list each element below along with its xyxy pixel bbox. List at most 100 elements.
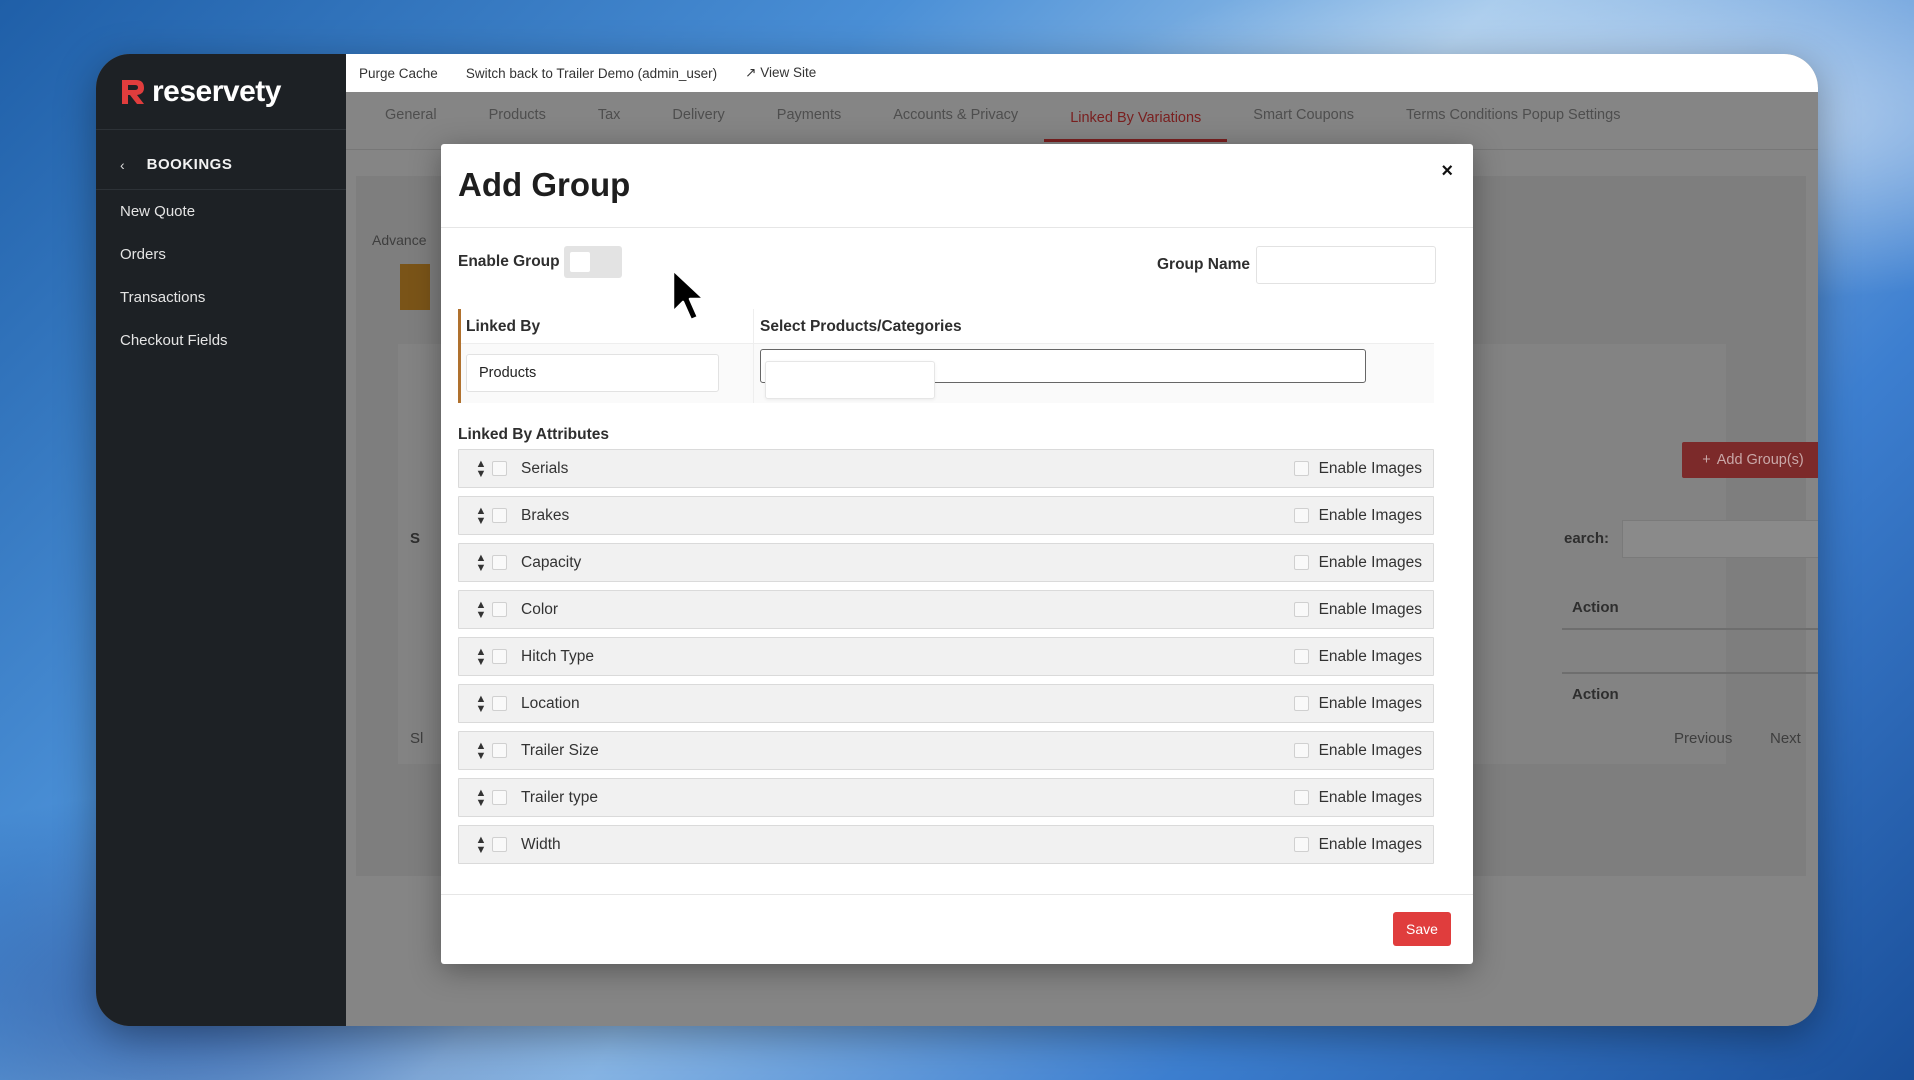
view-site-link[interactable]: ↗ View Site bbox=[745, 65, 816, 81]
mouse-pointer-icon bbox=[671, 268, 706, 322]
drag-handle-icon[interactable]: ▲ ▼ bbox=[474, 458, 488, 479]
settings-tabs: General Products Tax Delivery Payments A… bbox=[346, 92, 1818, 150]
attribute-name: Serials bbox=[521, 459, 569, 477]
group-name-row: Group Name bbox=[1157, 246, 1436, 284]
sidebar-item-transactions[interactable]: Transactions bbox=[96, 276, 346, 319]
attribute-name: Trailer Size bbox=[521, 741, 599, 759]
linked-by-select[interactable]: Products bbox=[466, 354, 719, 392]
enable-images-option: Enable Images bbox=[1293, 694, 1422, 713]
attribute-checkbox[interactable] bbox=[492, 461, 507, 476]
attribute-row-trailer-type[interactable]: ▲ ▼ Trailer type Enable Images bbox=[458, 778, 1434, 817]
drag-handle-icon[interactable]: ▲ ▼ bbox=[474, 505, 488, 526]
select-products-header: Select Products/Categories bbox=[760, 318, 962, 335]
attribute-row-trailer-size[interactable]: ▲ ▼ Trailer Size Enable Images bbox=[458, 731, 1434, 770]
enable-images-checkbox[interactable] bbox=[1293, 743, 1309, 758]
attribute-row-serials[interactable]: ▲ ▼ Serials Enable Images bbox=[458, 449, 1434, 488]
enable-images-checkbox[interactable] bbox=[1293, 602, 1309, 617]
save-button[interactable]: Save bbox=[1393, 912, 1451, 946]
enable-images-checkbox[interactable] bbox=[1293, 508, 1309, 523]
products-search-field[interactable] bbox=[765, 361, 935, 399]
enable-images-option: Enable Images bbox=[1293, 648, 1422, 666]
tab-tax[interactable]: Tax bbox=[572, 92, 647, 150]
attribute-name: Trailer type bbox=[521, 788, 598, 806]
tab-products[interactable]: Products bbox=[463, 92, 572, 150]
attributes-list: ▲ ▼ Serials Enable Images ▲ ▼ Brakes Enabl… bbox=[458, 449, 1434, 872]
tab-payments[interactable]: Payments bbox=[751, 92, 867, 150]
attribute-row-color[interactable]: ▲ ▼ Color Enable Images bbox=[458, 590, 1434, 629]
attribute-row-width[interactable]: ▲ ▼ Width Enable Images bbox=[458, 825, 1434, 864]
attribute-row-brakes[interactable]: ▲ ▼ Brakes Enable Images bbox=[458, 496, 1434, 535]
drag-handle-icon[interactable]: ▲ ▼ bbox=[474, 693, 488, 714]
sidebar-section-label: BOOKINGS bbox=[146, 156, 233, 173]
purge-cache-link[interactable]: Purge Cache bbox=[359, 66, 438, 81]
sidebar-section-bookings[interactable]: ‹ BOOKINGS bbox=[96, 140, 346, 190]
add-group-button[interactable]: + Add Group(s) bbox=[1682, 442, 1818, 478]
chevron-left-icon: ‹ bbox=[120, 156, 125, 173]
enable-images-label: Enable Images bbox=[1318, 835, 1422, 853]
enable-images-label: Enable Images bbox=[1318, 694, 1422, 712]
attribute-checkbox[interactable] bbox=[492, 790, 507, 805]
enable-images-label: Enable Images bbox=[1318, 741, 1422, 759]
attribute-checkbox[interactable] bbox=[492, 602, 507, 617]
attribute-row-capacity[interactable]: ▲ ▼ Capacity Enable Images bbox=[458, 543, 1434, 582]
brand-logo[interactable]: reservety bbox=[96, 54, 346, 130]
group-name-input[interactable] bbox=[1256, 246, 1436, 284]
toggle-knob bbox=[569, 252, 590, 272]
linked-by-attributes-label: Linked By Attributes bbox=[458, 426, 609, 443]
enable-images-checkbox[interactable] bbox=[1293, 461, 1309, 476]
sidebar-item-orders[interactable]: Orders bbox=[96, 233, 346, 276]
enable-images-option: Enable Images bbox=[1293, 459, 1422, 478]
enable-images-label: Enable Images bbox=[1318, 506, 1422, 524]
sidebar-item-checkout-fields[interactable]: Checkout Fields bbox=[96, 319, 346, 362]
tab-linked-by-variations[interactable]: Linked By Variations bbox=[1044, 96, 1228, 142]
attribute-checkbox[interactable] bbox=[492, 743, 507, 758]
attribute-checkbox[interactable] bbox=[492, 649, 507, 664]
tab-general[interactable]: General bbox=[359, 92, 463, 150]
modal-header: Add Group × bbox=[441, 144, 1473, 228]
close-icon[interactable]: × bbox=[1441, 160, 1453, 183]
enable-group-label: Enable Group bbox=[458, 253, 560, 270]
attribute-name: Hitch Type bbox=[521, 647, 594, 665]
subtab-advance[interactable]: Advance bbox=[372, 232, 426, 248]
modal-footer: Save bbox=[441, 894, 1473, 964]
enable-images-checkbox[interactable] bbox=[1293, 790, 1309, 805]
linked-by-table-row: Products bbox=[461, 344, 1434, 403]
attribute-checkbox[interactable] bbox=[492, 696, 507, 711]
enable-images-checkbox[interactable] bbox=[1293, 649, 1309, 664]
switch-back-link[interactable]: Switch back to Trailer Demo (admin_user) bbox=[466, 66, 717, 81]
pagination-previous[interactable]: Previous bbox=[1674, 730, 1732, 747]
attribute-row-location[interactable]: ▲ ▼ Location Enable Images bbox=[458, 684, 1434, 723]
enable-images-option: Enable Images bbox=[1293, 789, 1422, 807]
action-column-header[interactable]: Action bbox=[1572, 599, 1619, 616]
drag-handle-icon[interactable]: ▲ ▼ bbox=[474, 599, 488, 620]
tab-delivery[interactable]: Delivery bbox=[646, 92, 750, 150]
enable-images-option: Enable Images bbox=[1293, 741, 1422, 760]
attribute-checkbox[interactable] bbox=[492, 555, 507, 570]
tab-accounts-privacy[interactable]: Accounts & Privacy bbox=[867, 92, 1044, 150]
tab-terms-conditions[interactable]: Terms Conditions Popup Settings bbox=[1380, 92, 1646, 150]
linked-by-header: Linked By bbox=[461, 309, 754, 343]
attribute-checkbox[interactable] bbox=[492, 508, 507, 523]
pagination-next[interactable]: Next bbox=[1770, 730, 1801, 747]
tab-smart-coupons[interactable]: Smart Coupons bbox=[1227, 92, 1380, 150]
enable-images-checkbox[interactable] bbox=[1293, 696, 1309, 711]
drag-handle-icon[interactable]: ▲ ▼ bbox=[474, 787, 488, 808]
drag-handle-icon[interactable]: ▲ ▼ bbox=[474, 646, 488, 667]
enable-group-toggle[interactable] bbox=[563, 246, 622, 278]
enable-images-label: Enable Images bbox=[1318, 553, 1422, 571]
plus-icon: + bbox=[1702, 452, 1711, 468]
drag-handle-icon[interactable]: ▲ ▼ bbox=[474, 834, 488, 855]
search-input[interactable] bbox=[1622, 520, 1818, 558]
background-orange-button[interactable] bbox=[400, 264, 430, 310]
add-group-modal: Add Group × Enable Group Group Name Link… bbox=[441, 144, 1473, 964]
attribute-checkbox[interactable] bbox=[492, 837, 507, 852]
enable-images-label: Enable Images bbox=[1318, 459, 1422, 477]
drag-handle-icon[interactable]: ▲ ▼ bbox=[474, 552, 488, 573]
enable-images-checkbox[interactable] bbox=[1293, 837, 1309, 852]
sidebar-item-new-quote[interactable]: New Quote bbox=[96, 190, 346, 233]
enable-images-checkbox[interactable] bbox=[1293, 555, 1309, 570]
drag-handle-icon[interactable]: ▲ ▼ bbox=[474, 740, 488, 761]
attribute-name: Width bbox=[521, 835, 561, 853]
products-multiselect[interactable] bbox=[760, 349, 1366, 399]
attribute-row-hitch-type[interactable]: ▲ ▼ Hitch Type Enable Images bbox=[458, 637, 1434, 676]
